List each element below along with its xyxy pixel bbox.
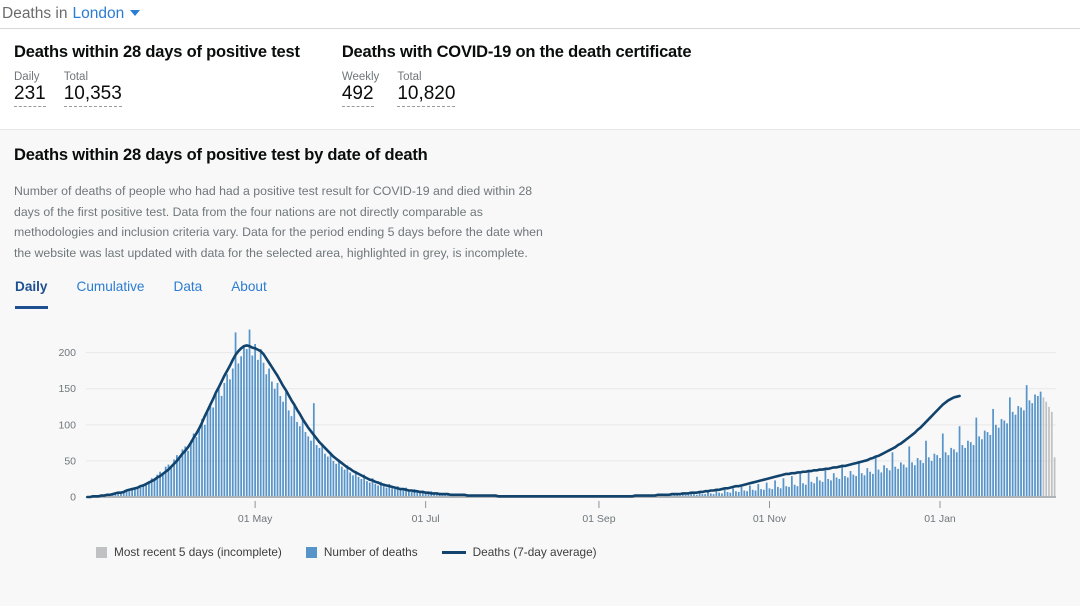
page-title: Deaths within 28 days of positive test b… — [14, 146, 428, 164]
metric-value-group: Total 10,820 — [397, 71, 456, 107]
area-header-bar: Deaths in London — [0, 0, 1080, 29]
metric-card-deaths-28-days: Deaths within 28 days of positive test D… — [14, 43, 300, 129]
metric-card-deaths-certificate: Deaths with COVID-19 on the death certif… — [341, 43, 692, 129]
metric-value-label: Daily — [14, 71, 40, 83]
chart-legend: Most recent 5 days (incomplete) Number o… — [14, 535, 1066, 559]
svg-text:0: 0 — [70, 492, 76, 504]
svg-text:200: 200 — [58, 348, 76, 360]
area-selector-link[interactable]: London — [72, 5, 141, 23]
metric-value-number: 492 — [341, 84, 374, 107]
panel-description: Number of deaths of people who had had a… — [14, 184, 543, 260]
svg-text:150: 150 — [58, 384, 76, 396]
chevron-down-icon — [130, 9, 141, 16]
legend-item-incomplete: Most recent 5 days (incomplete) — [96, 545, 282, 559]
metric-values: Weekly 492 Total 10,820 — [341, 71, 692, 107]
deaths-daily-chart: 0 50 100 150 200 01 May 01 Jul 01 Sep 01 Nov 01 J… — [58, 329, 1056, 525]
legend-swatch-icon — [96, 546, 107, 558]
metric-value-group: Weekly 492 — [341, 71, 380, 107]
legend-label: Most recent 5 days (incomplete) — [114, 545, 282, 560]
dashboard-page: Deaths in London Deaths within 28 days o… — [0, 0, 1080, 606]
metric-value-label: Total — [397, 71, 422, 83]
chart-container: 0 50 100 150 200 01 May 01 Jul 01 Sep 01 Nov 01 J… — [14, 323, 1066, 535]
metric-value-label: Total — [63, 71, 88, 83]
tab-about[interactable]: About — [231, 279, 267, 309]
legend-item-average: Deaths (7-day average) — [441, 545, 597, 560]
metric-value-number: 231 — [14, 84, 46, 107]
legend-line-icon — [441, 550, 466, 554]
legend-label: Number of deaths — [323, 545, 418, 560]
svg-text:01 Jul: 01 Jul — [412, 513, 440, 525]
area-selector-label: London — [72, 5, 125, 22]
metric-value-group: Total 10,353 — [63, 71, 122, 107]
metric-values: Daily 231 Total 10,353 — [14, 71, 300, 107]
svg-text:100: 100 — [58, 420, 76, 432]
svg-text:01 May: 01 May — [238, 513, 273, 525]
metric-title: Deaths within 28 days of positive test — [14, 43, 300, 61]
metric-value-number: 10,820 — [397, 84, 456, 107]
tab-daily[interactable]: Daily — [15, 279, 48, 310]
legend-label: Deaths (7-day average) — [472, 545, 597, 560]
svg-text:01 Sep: 01 Sep — [582, 513, 615, 525]
chart-panel: Deaths within 28 days of positive test b… — [0, 130, 1080, 560]
legend-item-deaths: Number of deaths — [305, 545, 418, 560]
svg-text:01 Jan: 01 Jan — [924, 513, 956, 525]
metric-title: Deaths with COVID-19 on the death certif… — [341, 43, 692, 61]
area-header-lead: Deaths in — [2, 5, 68, 22]
tab-cumulative[interactable]: Cumulative — [77, 279, 145, 309]
metric-value-group: Daily 231 — [14, 71, 46, 107]
tab-data[interactable]: Data — [174, 279, 203, 309]
metric-value-label: Weekly — [341, 71, 380, 83]
legend-swatch-icon — [305, 546, 317, 558]
chart-tabs: Daily Cumulative Data About — [15, 279, 1066, 310]
svg-text:50: 50 — [64, 456, 76, 468]
summary-cards: Deaths within 28 days of positive test D… — [0, 29, 1080, 130]
metric-value-number: 10,353 — [63, 84, 122, 107]
svg-text:01 Nov: 01 Nov — [753, 513, 787, 525]
